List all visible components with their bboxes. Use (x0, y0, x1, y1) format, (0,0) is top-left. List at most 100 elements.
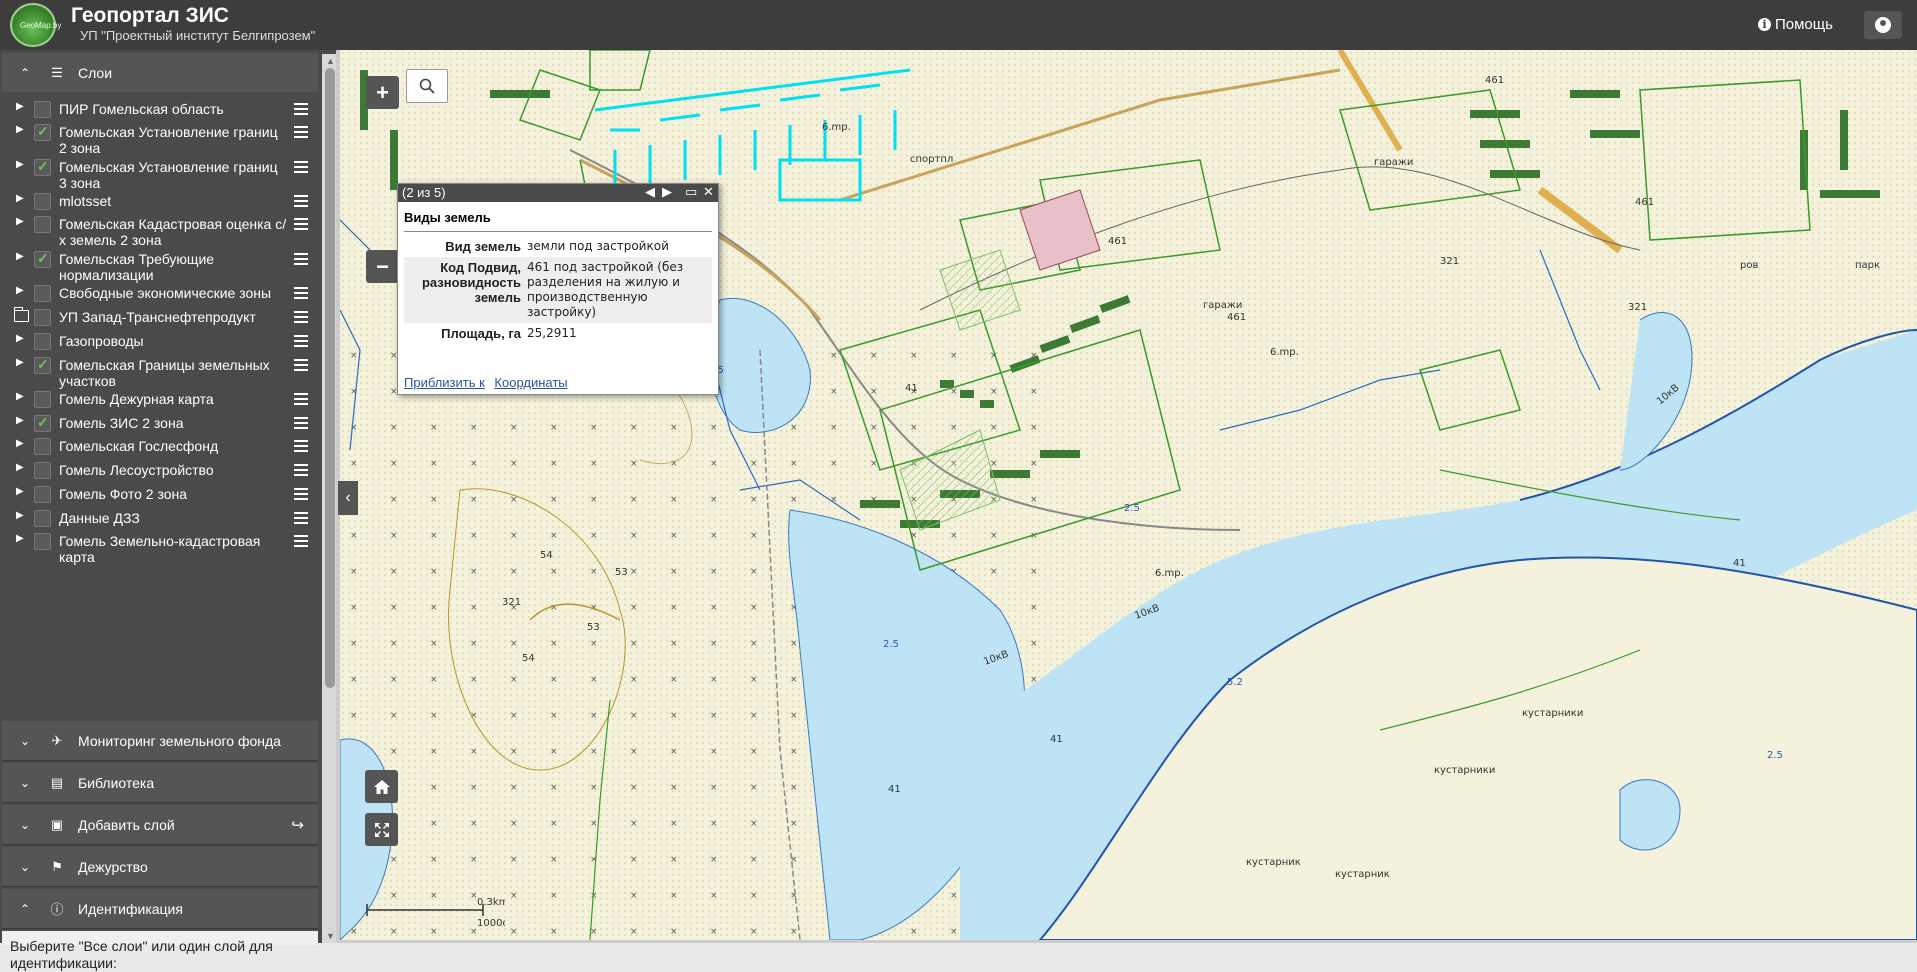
menu-icon[interactable] (294, 462, 308, 479)
expand-arrow-icon[interactable]: ▶ (16, 486, 24, 497)
scroll-down-arrow[interactable]: ▼ (326, 931, 335, 941)
attr-key: Вид земель (445, 239, 521, 254)
close-icon[interactable]: ✕ (703, 184, 714, 200)
panel-duty-label: Дежурство (78, 858, 148, 875)
layer-checkbox[interactable] (34, 101, 51, 118)
coordinates-link[interactable]: Координаты (494, 375, 567, 390)
menu-icon[interactable] (294, 193, 308, 210)
panel-monitoring-header[interactable]: ⌄ ✈ Мониторинг земельного фонда (2, 721, 318, 761)
expand-arrow-icon[interactable]: ▶ (16, 216, 24, 227)
menu-icon[interactable] (294, 159, 308, 176)
chevron-down-icon: ⌄ (20, 775, 31, 790)
layer-checkbox[interactable] (34, 533, 51, 550)
layer-checkbox[interactable] (34, 158, 51, 176)
map-label: 2.5 (883, 639, 899, 650)
expand-arrow-icon[interactable]: ▶ (16, 101, 24, 112)
chevron-up-icon: ⌃ (20, 65, 31, 80)
layer-checkbox[interactable] (34, 356, 51, 374)
expand-arrow-icon[interactable]: ▶ (16, 193, 24, 204)
map-label: гаражи (1374, 157, 1413, 168)
panel-layers-header[interactable]: ⌃ ☰ Слои (2, 53, 318, 93)
home-button[interactable] (365, 770, 398, 803)
expand-arrow-icon[interactable]: ▶ (16, 438, 24, 449)
map-label: 6.mp. (1155, 568, 1184, 579)
map-label: 461 (1635, 197, 1654, 208)
menu-icon[interactable] (294, 486, 308, 503)
menu-icon[interactable] (294, 357, 308, 374)
menu-icon[interactable] (294, 101, 308, 118)
panel-identify-header[interactable]: ⌃ ⓘ Идентификация (2, 889, 318, 929)
layer-checkbox[interactable] (34, 123, 51, 141)
menu-icon[interactable] (294, 216, 308, 233)
expand-arrow-icon[interactable]: ▶ (16, 124, 24, 135)
expand-arrow-icon[interactable]: ▶ (16, 533, 24, 544)
home-icon (373, 779, 390, 794)
expand-arrow-icon[interactable]: ▶ (16, 285, 24, 296)
layer-label: Гомель Земельно-кадастровая карта (59, 533, 261, 565)
attr-key: Код Подвид, разновидность земель (421, 260, 521, 305)
popup-titlebar: (2 из 5) ◀ ▶ ▭ ✕ (398, 184, 718, 202)
layer-checkbox[interactable] (34, 193, 51, 210)
zoom-out-button[interactable]: − (366, 250, 399, 283)
expand-arrow-icon[interactable]: ▶ (16, 391, 24, 402)
collapse-sidebar-button[interactable]: ‹ (338, 481, 358, 515)
map-label: кустарник (1246, 857, 1301, 868)
map-label: 6.mp. (1270, 347, 1299, 358)
menu-icon[interactable] (294, 124, 308, 141)
layer-checkbox[interactable] (34, 414, 51, 432)
panel-identify-label: Идентификация (78, 900, 183, 917)
app-logo[interactable]: GeoMap.by (10, 3, 61, 47)
expand-arrow-icon[interactable]: ▶ (16, 415, 24, 426)
maximize-icon[interactable]: ▭ (685, 184, 697, 200)
menu-icon[interactable] (294, 333, 308, 350)
zoom-to-link[interactable]: Приблизить к (404, 375, 485, 390)
menu-icon[interactable] (294, 510, 308, 527)
chevron-up-icon: ⌃ (20, 901, 31, 916)
menu-icon[interactable] (294, 533, 308, 550)
layer-checkbox[interactable] (34, 486, 51, 503)
menu-icon[interactable] (294, 251, 308, 268)
popup-counter: (2 из 5) (402, 185, 446, 200)
expand-arrow-icon[interactable]: ▶ (16, 357, 24, 368)
layer-checkbox[interactable] (34, 309, 51, 326)
layers-list: ▶ ПИР Гомельская область ▶ Гомельская Устан… (2, 92, 318, 719)
layer-checkbox[interactable] (34, 391, 51, 408)
plus-icon: + (376, 79, 389, 105)
layer-checkbox[interactable] (34, 285, 51, 302)
layer-checkbox[interactable] (34, 510, 51, 527)
panel-duty-header[interactable]: ⌄ ⚑ Дежурство (2, 847, 318, 887)
layer-checkbox[interactable] (34, 250, 51, 268)
help-link[interactable]: i Помощь (1758, 16, 1833, 33)
menu-icon[interactable] (294, 415, 308, 432)
map-label: 41 (888, 784, 901, 795)
fullscreen-button[interactable] (365, 813, 398, 846)
menu-icon[interactable] (294, 438, 308, 455)
map-label: 53 (587, 622, 600, 633)
panel-add-layer-header[interactable]: ⌄ ▣ Добавить слой ↪ (2, 805, 318, 845)
menu-icon[interactable] (294, 285, 308, 302)
zoom-in-button[interactable]: + (366, 76, 399, 109)
attr-value: 25,2911 (527, 326, 577, 340)
folder-icon[interactable] (13, 307, 29, 322)
panel-library-header[interactable]: ⌄ ▤ Библиотека (2, 763, 318, 803)
scroll-up-arrow[interactable]: ▲ (326, 56, 335, 66)
share-icon[interactable]: ↪ (291, 816, 304, 834)
layer-checkbox[interactable] (34, 333, 51, 350)
layer-checkbox[interactable] (34, 462, 51, 479)
expand-arrow-icon[interactable]: ▶ (16, 462, 24, 473)
search-button[interactable] (406, 69, 448, 103)
menu-icon[interactable] (294, 391, 308, 408)
panel-layers-label: Слои (78, 64, 113, 81)
scroll-thumb[interactable] (325, 68, 335, 688)
user-button[interactable] (1864, 11, 1902, 39)
layer-checkbox[interactable] (34, 216, 51, 233)
expand-arrow-icon[interactable]: ▶ (16, 251, 24, 262)
layer-label: УП Запад-Транснефтепродукт (59, 309, 256, 325)
expand-arrow-icon[interactable]: ▶ (16, 333, 24, 344)
expand-arrow-icon[interactable]: ▶ (16, 510, 24, 521)
expand-arrow-icon[interactable]: ▶ (16, 159, 24, 170)
prev-arrow-icon[interactable]: ◀ (645, 184, 655, 200)
next-arrow-icon[interactable]: ▶ (662, 184, 672, 200)
menu-icon[interactable] (294, 309, 308, 326)
layer-checkbox[interactable] (34, 438, 51, 455)
